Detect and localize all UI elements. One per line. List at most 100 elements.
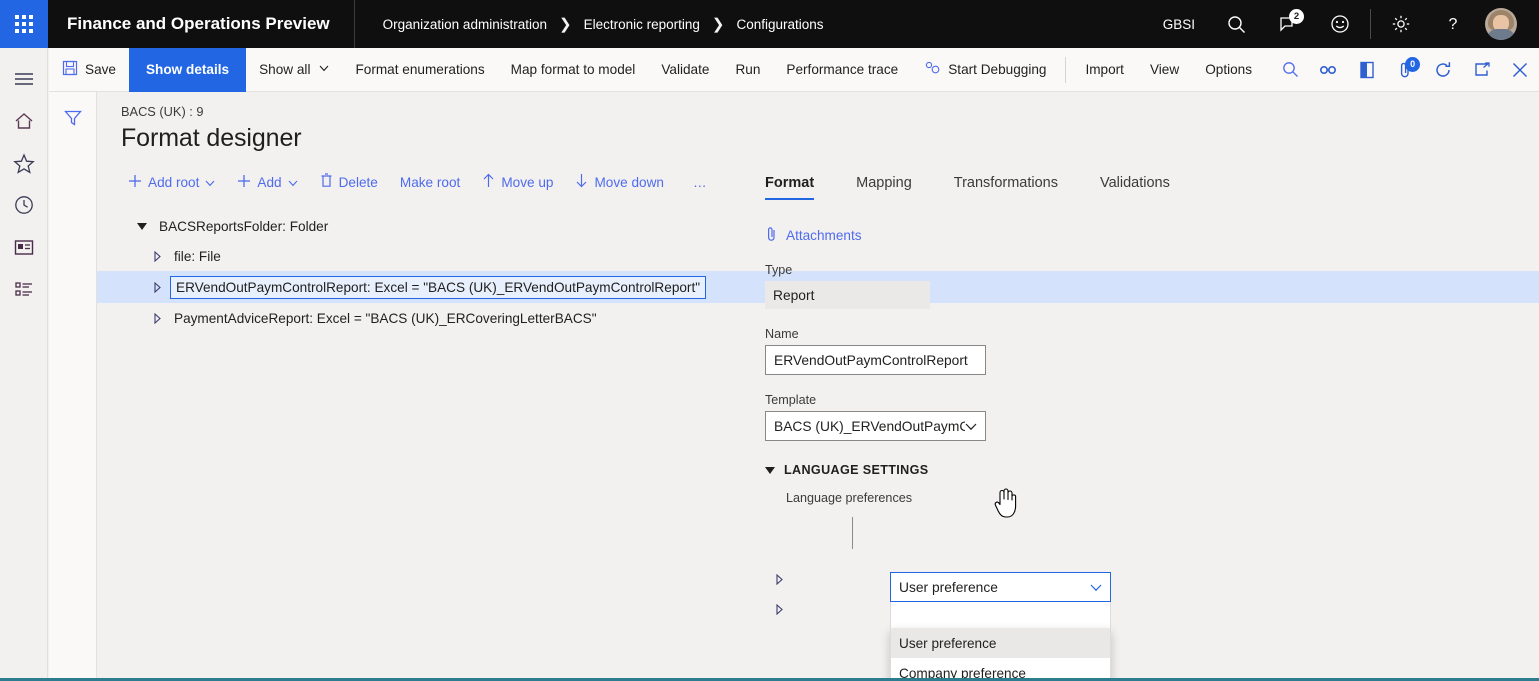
add-root-button[interactable]: Add root: [117, 168, 226, 197]
move-down-button[interactable]: Move down: [564, 167, 675, 197]
language-settings-section-header[interactable]: LANGUAGE SETTINGS: [765, 463, 1539, 477]
tab-mapping[interactable]: Mapping: [856, 175, 912, 200]
import-label: Import: [1085, 62, 1124, 77]
link-chain-icon[interactable]: [1309, 48, 1347, 92]
question-mark-icon[interactable]: ?: [1427, 0, 1479, 48]
attachments-link[interactable]: Attachments: [765, 226, 862, 245]
start-debugging-button[interactable]: Start Debugging: [911, 48, 1059, 92]
paperclip-icon: [765, 226, 778, 245]
breadcrumb-item-1[interactable]: Electronic reporting: [584, 17, 700, 32]
tree-row-label: ERVendOutPaymControlReport: Excel = "BAC…: [170, 275, 707, 299]
show-all-button[interactable]: Show all: [246, 48, 342, 92]
language-preferences-input[interactable]: User preference: [890, 572, 1111, 602]
options-button[interactable]: Options: [1192, 48, 1265, 92]
tab-validations[interactable]: Validations: [1100, 175, 1170, 200]
validate-label: Validate: [661, 62, 710, 77]
waffle-menu-button[interactable]: [0, 0, 48, 48]
expand-collapse-icon[interactable]: [144, 281, 170, 293]
make-root-label: Make root: [399, 174, 461, 190]
view-label: View: [1149, 62, 1180, 77]
tree-row-label: PaymentAdviceReport: Excel = "BACS (UK)_…: [174, 310, 597, 326]
attachment-count-badge: 0: [1405, 56, 1421, 72]
move-down-label: Move down: [594, 174, 664, 190]
personalize-icon[interactable]: [1348, 48, 1386, 92]
breadcrumb-item-2[interactable]: Configurations: [736, 17, 823, 32]
delete-button[interactable]: Delete: [309, 167, 389, 197]
template-value: BACS (UK)_ERVendOutPaymC...: [774, 418, 965, 434]
expand-collapse-icon[interactable]: [144, 312, 170, 324]
format-enumerations-button[interactable]: Format enumerations: [342, 48, 497, 92]
move-up-button[interactable]: Move up: [471, 167, 564, 197]
add-button[interactable]: Add: [226, 168, 308, 197]
save-disk-icon: [62, 60, 78, 79]
options-label: Options: [1205, 62, 1253, 77]
make-root-button[interactable]: Make root: [389, 169, 471, 196]
filter-column: [49, 92, 97, 681]
combobox-gap: [890, 602, 1111, 628]
plus-icon: [237, 174, 251, 191]
view-button[interactable]: View: [1137, 48, 1192, 92]
open-in-new-window-icon[interactable]: [1462, 48, 1500, 92]
type-value: Report: [765, 281, 930, 309]
home-icon[interactable]: [0, 100, 48, 142]
chevron-down-icon: [319, 64, 329, 75]
more-options-button[interactable]: …: [675, 169, 718, 196]
workspace-icon[interactable]: [0, 226, 48, 268]
refresh-icon[interactable]: [1424, 48, 1462, 92]
language-preferences-combobox: User preference User preference Company …: [890, 572, 1111, 681]
move-up-label: Move up: [501, 174, 554, 190]
app-root: Finance and Operations Preview Organizat…: [0, 0, 1539, 681]
template-label: Template: [765, 393, 817, 407]
nav-divider: [1370, 9, 1371, 39]
hamburger-menu-icon[interactable]: [0, 58, 48, 100]
map-format-to-model-label: Map format to model: [510, 62, 636, 77]
avatar[interactable]: [1479, 0, 1527, 48]
clock-icon[interactable]: [0, 184, 48, 226]
details-panel: Format Mapping Transformations Validatio…: [765, 164, 1539, 681]
add-label: Add: [257, 174, 282, 190]
search-icon[interactable]: [1271, 48, 1309, 92]
expand-collapse-icon[interactable]: [144, 250, 170, 262]
arrow-up-icon: [482, 173, 495, 191]
name-label: Name: [765, 327, 799, 341]
notification-flag-icon[interactable]: 2: [1262, 0, 1314, 48]
run-button[interactable]: Run: [722, 48, 773, 92]
name-field: Name ERVendOutPaymControlReport: [765, 327, 1539, 375]
validate-button[interactable]: Validate: [648, 48, 722, 92]
chevron-down-icon: [288, 175, 298, 190]
close-icon[interactable]: [1501, 48, 1539, 92]
debug-gears-icon: [924, 60, 941, 79]
chevron-down-icon: [205, 175, 215, 190]
search-icon[interactable]: [1211, 0, 1262, 48]
expand-collapse-icon[interactable]: [129, 222, 155, 230]
delete-label: Delete: [338, 174, 378, 190]
filter-funnel-icon[interactable]: [59, 104, 87, 132]
tab-transformations[interactable]: Transformations: [954, 175, 1058, 200]
gear-icon[interactable]: [1375, 0, 1427, 48]
tab-format[interactable]: Format: [765, 175, 815, 200]
modules-list-icon[interactable]: [0, 268, 48, 310]
plus-icon: [128, 174, 142, 191]
template-select[interactable]: BACS (UK)_ERVendOutPaymC...: [765, 411, 986, 441]
star-icon[interactable]: [0, 142, 48, 184]
breadcrumb-item-0[interactable]: Organization administration: [383, 17, 547, 32]
notification-count-badge: 2: [1289, 9, 1304, 24]
format-enumerations-label: Format enumerations: [355, 62, 485, 77]
save-button[interactable]: Save: [49, 48, 129, 92]
import-button[interactable]: Import: [1072, 48, 1137, 92]
ellipsis-icon: …: [692, 174, 707, 190]
tree-row-label: BACSReportsFolder: Folder: [159, 218, 329, 234]
map-format-to-model-button[interactable]: Map format to model: [498, 48, 649, 92]
company-selector[interactable]: GBSI: [1147, 0, 1211, 48]
performance-trace-button[interactable]: Performance trace: [773, 48, 911, 92]
smiley-icon[interactable]: [1314, 0, 1366, 48]
attachment-paperclip-icon[interactable]: 0: [1386, 48, 1424, 92]
performance-trace-label: Performance trace: [786, 62, 899, 77]
run-label: Run: [735, 62, 761, 77]
name-input[interactable]: ERVendOutPaymControlReport: [765, 345, 986, 375]
option-user-preference[interactable]: User preference: [891, 628, 1110, 658]
chevron-down-icon[interactable]: [1090, 580, 1102, 595]
attachments-label: Attachments: [786, 228, 862, 243]
top-navigation-right: GBSI 2 ?: [1147, 0, 1539, 48]
show-details-button[interactable]: Show details: [128, 47, 247, 92]
